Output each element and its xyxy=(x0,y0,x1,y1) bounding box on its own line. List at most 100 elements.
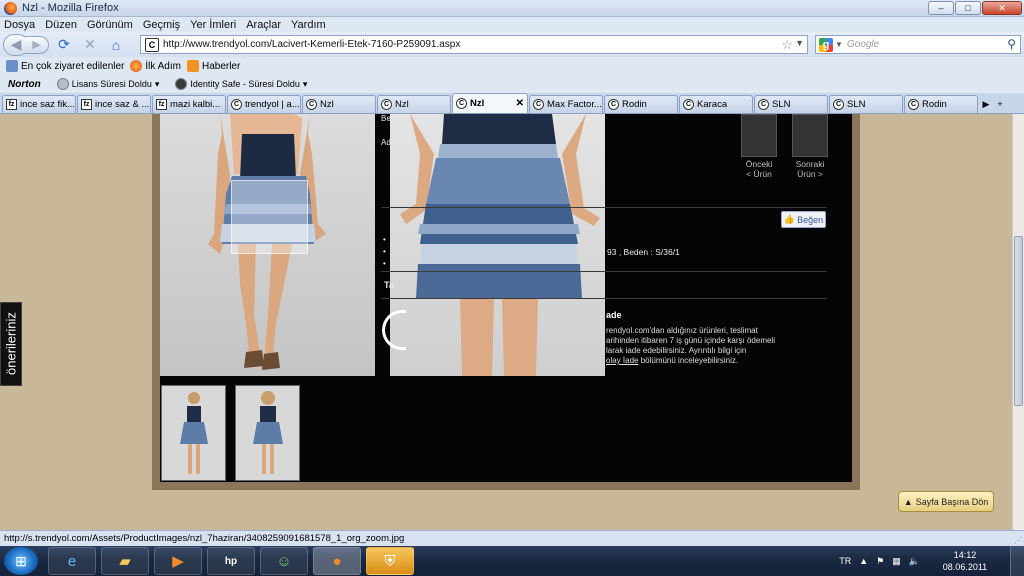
search-icon[interactable]: ⚲ xyxy=(1007,37,1016,51)
easy-return-link[interactable]: olay İade xyxy=(606,356,638,365)
language-indicator[interactable]: TR xyxy=(839,556,851,566)
start-button[interactable]: ⊞ xyxy=(4,547,38,575)
resize-grip-icon[interactable]: ⋰ xyxy=(1014,536,1022,545)
back-arrow-icon: ◀ xyxy=(10,36,22,52)
tab-label: SLN xyxy=(847,99,866,110)
thumbnail-back[interactable] xyxy=(235,385,300,481)
tab-nzl-2[interactable]: C Nzl xyxy=(377,95,451,113)
bookmark-label: İlk Adım xyxy=(145,60,181,72)
close-button[interactable]: ✕ xyxy=(982,1,1022,15)
network-icon[interactable]: ▦ xyxy=(892,556,901,567)
google-icon[interactable]: g xyxy=(819,37,833,52)
like-label: Beğen xyxy=(797,214,824,225)
maximize-button[interactable]: □ xyxy=(955,1,981,15)
tab-sln-1[interactable]: C SLN xyxy=(754,95,828,113)
close-tab-icon[interactable]: ✕ xyxy=(516,98,524,109)
url-dropdown-icon[interactable]: ▼ xyxy=(795,38,804,48)
menu-file[interactable]: Dosya xyxy=(4,19,35,31)
stop-button[interactable]: ✕ xyxy=(79,35,101,55)
tab-label: trendyol | a... xyxy=(245,99,300,110)
volume-icon[interactable]: 🔈 xyxy=(909,556,920,567)
taskbar-firefox[interactable]: ● xyxy=(313,547,361,575)
menu-help[interactable]: Yardım xyxy=(291,19,326,31)
web-page: Be Ad • • • 93 , Beden : S/36/1 Ta 👍 Beğ… xyxy=(0,114,1024,530)
tab-rodin-1[interactable]: C Rodin xyxy=(604,95,678,113)
search-input[interactable]: Google xyxy=(847,39,879,50)
menu-bookmarks[interactable]: Yer İmleri xyxy=(190,19,236,31)
fz-favicon-icon: fz xyxy=(81,99,92,110)
menu-edit[interactable]: Düzen xyxy=(45,19,77,31)
hp-icon: hp xyxy=(224,555,238,567)
tab-label: Nzl xyxy=(320,99,334,110)
reload-button[interactable]: ⟳ xyxy=(53,35,75,55)
norton-license-item[interactable]: Lisans Süresi Doldu ▾ xyxy=(56,78,159,90)
taskbar-media-player[interactable]: ▶ xyxy=(154,547,202,575)
search-engine-dropdown-icon[interactable]: ▼ xyxy=(835,40,843,49)
show-desktop-button[interactable] xyxy=(1010,546,1024,576)
clock[interactable]: 14:12 08.06.2011 xyxy=(942,549,988,573)
return-line: larak iade edebilirsiniz. Ayrıntılı bilg… xyxy=(606,346,747,355)
divider xyxy=(381,207,827,208)
thumbs-up-icon: 👍 xyxy=(783,214,796,224)
url-text[interactable]: http://www.trendyol.com/Lacivert-Kemerli… xyxy=(163,39,460,50)
flag-icon[interactable]: ⚑ xyxy=(876,556,884,567)
norton-identity-item[interactable]: Identity Safe - Süresi Doldu ▾ xyxy=(175,78,307,90)
forward-button[interactable]: ▶ xyxy=(25,35,49,54)
tab-karaca[interactable]: C Karaca xyxy=(679,95,753,113)
trendyol-favicon-icon: C xyxy=(381,99,392,110)
scrollbar-thumb[interactable] xyxy=(1014,236,1023,406)
trendyol-favicon-icon: C xyxy=(456,98,467,109)
arrow-up-icon: ▲ xyxy=(903,496,913,507)
search-bar[interactable]: g ▼ Google ⚲ xyxy=(815,35,1021,54)
norton-logo[interactable]: Norton xyxy=(8,79,41,90)
taskbar-explorer[interactable]: ▰ xyxy=(101,547,149,575)
tab-trendyol[interactable]: Ctrendyol | a... xyxy=(227,95,301,113)
facebook-like-button[interactable]: 👍 Beğen xyxy=(781,211,826,228)
new-tab-icon[interactable]: + xyxy=(993,95,1007,113)
taskbar-people[interactable]: ☺ xyxy=(260,547,308,575)
tray-expand-icon[interactable]: ▲ xyxy=(859,556,868,566)
tab-strip: fz ince saz fik... fz ince saz & ... fz maz… xyxy=(0,93,1024,114)
taskbar-internet-explorer[interactable]: e xyxy=(48,547,96,575)
zoom-lens[interactable] xyxy=(231,180,308,254)
trendyol-favicon-icon: C xyxy=(908,99,919,110)
home-button[interactable]: ⌂ xyxy=(105,35,127,55)
forward-arrow-icon: ▶ xyxy=(32,39,41,51)
bookmark-news[interactable]: Haberler xyxy=(186,60,240,72)
taskbar-hp[interactable]: hp xyxy=(207,547,255,575)
trendyol-favicon-icon: C xyxy=(231,99,242,110)
tab-mazi-kalbi[interactable]: fz mazi kalbi... xyxy=(152,95,226,113)
tab-nzl-active[interactable]: C Nzl ✕ xyxy=(452,93,528,113)
tab-rodin-2[interactable]: C Rodin xyxy=(904,95,978,113)
bookmark-label: En çok ziyaret edilenler xyxy=(21,60,125,72)
tab-nzl-1[interactable]: C Nzl xyxy=(302,95,376,113)
menu-view[interactable]: Görünüm xyxy=(87,19,133,31)
menu-tools[interactable]: Araçlar xyxy=(246,19,281,31)
recommendations-side-tab[interactable]: önerileriniz xyxy=(0,302,22,386)
thumbnail-front[interactable] xyxy=(161,385,226,481)
back-to-top-button[interactable]: ▲ Sayfa Başına Dön xyxy=(898,491,994,512)
trendyol-favicon-icon: C xyxy=(758,99,769,110)
minimize-button[interactable]: – xyxy=(928,1,954,15)
tab-max-factor[interactable]: C Max Factor... xyxy=(529,95,603,113)
firefox-icon xyxy=(4,1,17,15)
vertical-scrollbar[interactable] xyxy=(1012,114,1024,530)
bookmark-most-visited[interactable]: En çok ziyaret edilenler xyxy=(6,60,124,72)
tab-ince-saz-2[interactable]: fz ince saz & ... xyxy=(77,95,151,113)
tab-ince-saz-1[interactable]: fz ince saz fik... xyxy=(2,95,76,113)
tab-scroll-right-icon[interactable]: ▶ xyxy=(979,95,993,113)
divider xyxy=(381,271,827,272)
bookmark-first-steps[interactable]: İlk Adım xyxy=(130,60,181,72)
menu-history[interactable]: Geçmiş xyxy=(143,19,180,31)
divider xyxy=(381,298,827,299)
zoomed-skirt-photo xyxy=(400,114,600,376)
previous-product-link[interactable]: Önceki < Ürün xyxy=(738,114,780,179)
site-favicon-icon: C xyxy=(145,37,159,52)
product-main-image[interactable] xyxy=(160,114,375,376)
taskbar-security[interactable]: ⛨ xyxy=(366,547,414,575)
tab-sln-2[interactable]: C SLN xyxy=(829,95,903,113)
fz-favicon-icon: fz xyxy=(6,99,17,110)
address-bar[interactable]: C http://www.trendyol.com/Lacivert-Kemer… xyxy=(140,35,808,54)
bookmark-star-icon[interactable]: ☆ xyxy=(781,37,793,53)
next-product-link[interactable]: Sonraki Ürün > xyxy=(789,114,831,179)
